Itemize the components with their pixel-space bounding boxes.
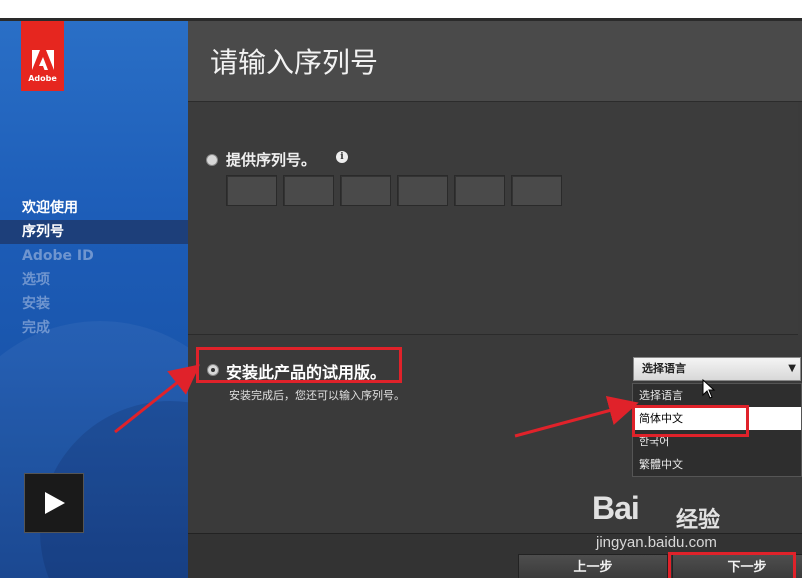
watermark-url: jingyan.baidu.com: [596, 534, 717, 551]
serial-field-6[interactable]: [511, 175, 562, 206]
step-install: 安装: [22, 296, 50, 312]
video-play-button[interactable]: [24, 473, 84, 533]
step-complete: 完成: [22, 320, 50, 336]
serial-inputs: [226, 175, 562, 206]
serial-field-3[interactable]: [340, 175, 391, 206]
watermark-logo-suffix: 经验: [676, 508, 721, 533]
serial-field-1[interactable]: [226, 175, 277, 206]
language-option[interactable]: 繁體中文: [633, 453, 801, 476]
page-header: 请输入序列号: [188, 21, 802, 102]
serial-field-5[interactable]: [454, 175, 505, 206]
step-welcome: 欢迎使用: [22, 200, 78, 216]
step-options: 选项: [22, 272, 50, 288]
step-serial: 序列号: [0, 220, 188, 244]
adobe-logo: Adobe: [21, 21, 64, 91]
serial-label: 提供序列号。: [226, 151, 317, 169]
chevron-down-icon: ▼: [788, 363, 796, 374]
page-title: 请输入序列号: [210, 46, 379, 79]
baidu-watermark: Bai 经验 jingyan.baidu.com: [592, 490, 782, 560]
highlight-box-language: [632, 405, 749, 437]
mouse-cursor-icon: [702, 379, 716, 399]
step-adobe-id: Adobe ID: [22, 248, 94, 264]
info-icon[interactable]: i: [336, 151, 348, 163]
serial-field-4[interactable]: [397, 175, 448, 206]
sidebar: Adobe 欢迎使用 序列号 Adobe ID 选项 安装 完成: [0, 21, 188, 578]
trial-description: 安装完成后，您还可以输入序列号。: [229, 389, 405, 402]
serial-field-2[interactable]: [283, 175, 334, 206]
highlight-box-trial: [196, 347, 402, 383]
language-select[interactable]: 选择语言 ▼: [633, 357, 801, 381]
language-option[interactable]: 选择语言: [633, 384, 801, 407]
language-select-value: 选择语言: [642, 362, 686, 375]
adobe-logo-text: Adobe: [28, 74, 57, 83]
adobe-logo-icon: [31, 50, 54, 70]
watermark-logo: Bai: [592, 490, 640, 526]
step-list: 欢迎使用 序列号 Adobe ID 选项 安装 完成: [0, 196, 188, 340]
play-icon: [45, 492, 65, 514]
serial-section: 提供序列号。 i: [188, 102, 798, 386]
serial-radio[interactable]: [206, 154, 218, 166]
top-bar: [0, 0, 802, 18]
